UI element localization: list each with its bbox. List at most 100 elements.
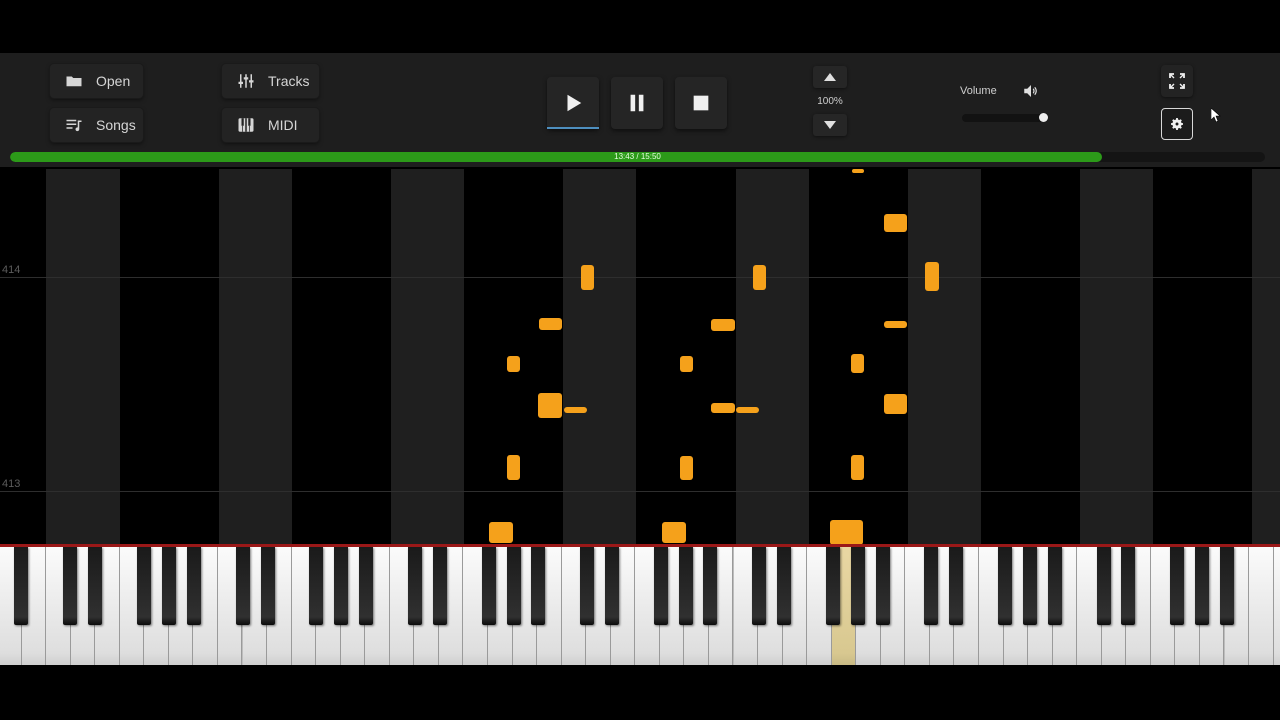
measure-line xyxy=(0,277,1280,278)
key-lane xyxy=(736,169,809,545)
toolbar: Open Songs Tracks MIDI 100% Volume xyxy=(0,53,1280,167)
black-key[interactable] xyxy=(1048,547,1062,625)
black-key[interactable] xyxy=(359,547,373,625)
volume-slider-knob[interactable] xyxy=(1039,113,1049,122)
tracks-button-label: Tracks xyxy=(268,73,310,89)
black-key[interactable] xyxy=(580,547,594,625)
piano-keyboard[interactable] xyxy=(0,547,1280,665)
falling-note xyxy=(538,393,562,418)
black-key[interactable] xyxy=(924,547,938,625)
mouse-cursor-icon xyxy=(1211,108,1221,122)
falling-note xyxy=(830,520,863,545)
mixer-sliders-icon xyxy=(236,71,256,91)
play-icon xyxy=(567,94,582,112)
black-key[interactable] xyxy=(654,547,668,625)
falling-note xyxy=(925,262,939,291)
black-key[interactable] xyxy=(998,547,1012,625)
midi-button[interactable]: MIDI xyxy=(222,108,319,142)
falling-note xyxy=(753,265,766,290)
note-roll: 414 413 xyxy=(0,169,1280,545)
settings-button[interactable] xyxy=(1161,108,1193,140)
black-key[interactable] xyxy=(261,547,275,625)
open-button[interactable]: Open xyxy=(50,64,143,98)
play-button[interactable] xyxy=(547,77,599,129)
speed-up-button[interactable] xyxy=(813,66,847,88)
black-key[interactable] xyxy=(88,547,102,625)
black-key[interactable] xyxy=(826,547,840,625)
fullscreen-button[interactable] xyxy=(1161,65,1193,97)
key-lane xyxy=(46,169,120,545)
black-key[interactable] xyxy=(1121,547,1135,625)
triangle-down-icon xyxy=(824,121,836,129)
falling-note xyxy=(884,321,907,328)
white-key[interactable] xyxy=(1249,547,1274,665)
stop-button[interactable] xyxy=(675,77,727,129)
black-key[interactable] xyxy=(408,547,422,625)
measure-line xyxy=(0,491,1280,492)
measure-label: 414 xyxy=(2,264,21,276)
volume-slider[interactable] xyxy=(962,113,1049,122)
black-key[interactable] xyxy=(752,547,766,625)
black-key[interactable] xyxy=(1023,547,1037,625)
black-key[interactable] xyxy=(1170,547,1184,625)
black-key[interactable] xyxy=(1097,547,1111,625)
key-lane xyxy=(1252,169,1280,545)
falling-note xyxy=(539,318,562,330)
black-key[interactable] xyxy=(531,547,545,625)
speaker-icon[interactable] xyxy=(1022,82,1040,100)
speed-value: 100% xyxy=(817,96,843,107)
tracks-button[interactable]: Tracks xyxy=(222,64,319,98)
black-key[interactable] xyxy=(949,547,963,625)
falling-note xyxy=(581,265,594,290)
progress-time: 13:43 / 15:50 xyxy=(614,152,661,161)
speed-control: 100% xyxy=(813,66,847,142)
black-key[interactable] xyxy=(1195,547,1209,625)
falling-note xyxy=(736,407,759,413)
black-key[interactable] xyxy=(433,547,447,625)
pause-icon xyxy=(630,94,644,112)
black-key[interactable] xyxy=(876,547,890,625)
measure-label: 413 xyxy=(2,478,21,490)
songs-button-label: Songs xyxy=(96,117,136,133)
play-active-indicator xyxy=(547,127,599,129)
black-key[interactable] xyxy=(162,547,176,625)
open-button-label: Open xyxy=(96,73,131,89)
stop-icon xyxy=(693,95,709,111)
black-key[interactable] xyxy=(187,547,201,625)
pause-button[interactable] xyxy=(611,77,663,129)
falling-note xyxy=(507,455,520,480)
black-key[interactable] xyxy=(309,547,323,625)
falling-note xyxy=(851,455,864,480)
black-key[interactable] xyxy=(777,547,791,625)
key-lane xyxy=(391,169,464,545)
black-key[interactable] xyxy=(605,547,619,625)
progress-bar[interactable]: 13:43 / 15:50 xyxy=(10,152,1265,162)
songs-button[interactable]: Songs xyxy=(50,108,143,142)
midi-button-label: MIDI xyxy=(268,117,298,133)
falling-note xyxy=(680,456,693,480)
black-key[interactable] xyxy=(851,547,865,625)
falling-note xyxy=(662,522,686,543)
gear-icon xyxy=(1171,118,1183,130)
falling-note xyxy=(507,356,520,372)
key-lane xyxy=(219,169,292,545)
black-key[interactable] xyxy=(14,547,28,625)
falling-note xyxy=(489,522,513,543)
falling-note xyxy=(564,407,587,413)
falling-note xyxy=(884,214,907,232)
black-key[interactable] xyxy=(482,547,496,625)
speed-down-button[interactable] xyxy=(813,114,847,136)
black-key[interactable] xyxy=(703,547,717,625)
playlist-icon xyxy=(64,115,84,135)
black-key[interactable] xyxy=(137,547,151,625)
black-key[interactable] xyxy=(679,547,693,625)
white-key[interactable] xyxy=(1273,547,1280,665)
key-lane xyxy=(908,169,981,545)
black-key[interactable] xyxy=(507,547,521,625)
black-key[interactable] xyxy=(334,547,348,625)
black-key[interactable] xyxy=(236,547,250,625)
fullscreen-icon xyxy=(1169,73,1185,89)
black-key[interactable] xyxy=(1220,547,1234,625)
falling-note xyxy=(851,354,864,373)
black-key[interactable] xyxy=(63,547,77,625)
